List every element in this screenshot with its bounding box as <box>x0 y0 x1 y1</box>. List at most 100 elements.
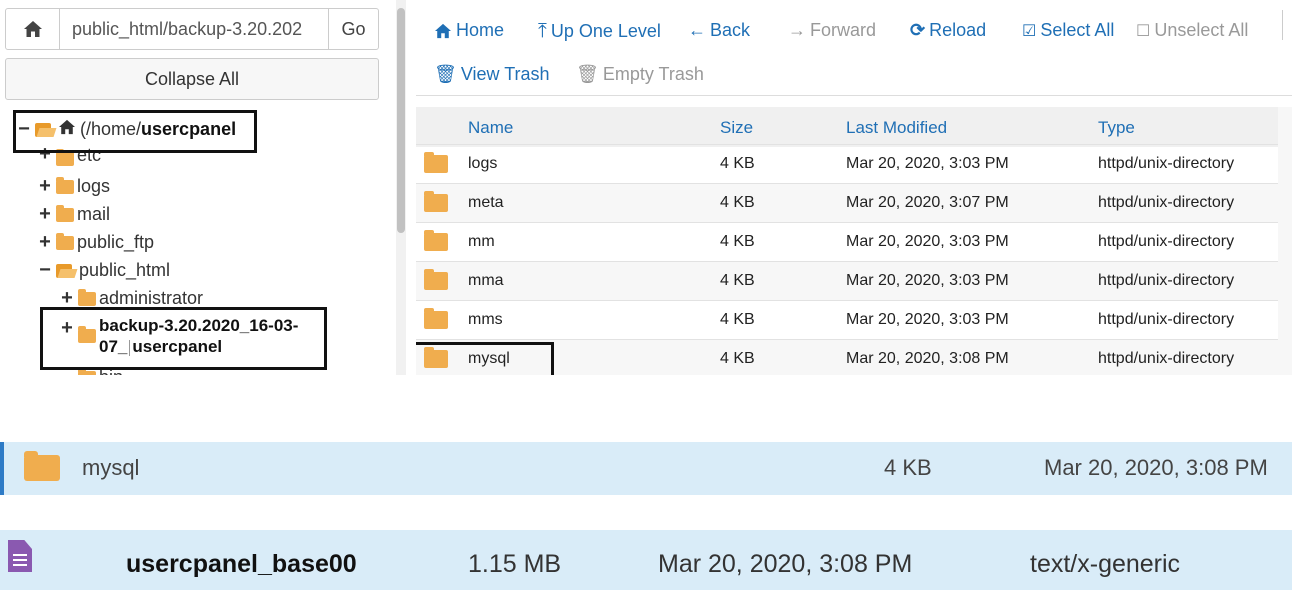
tree-item-label: bin <box>99 367 123 375</box>
home-icon <box>58 119 76 140</box>
unselect-all-label: Unselect All <box>1154 20 1249 40</box>
expand-toggle[interactable]: + <box>60 317 74 340</box>
folder-icon <box>78 367 96 375</box>
row-size: 4 KB <box>884 455 932 480</box>
tree-item-label: public_html <box>79 260 171 280</box>
up-one-level-button[interactable]: ⤒ Up One Level <box>538 20 661 43</box>
scrollbar-thumb[interactable] <box>397 8 405 233</box>
collapse-toggle[interactable]: − <box>38 259 52 282</box>
folder-icon <box>78 326 96 343</box>
trash-icon: 🗑 <box>576 64 599 84</box>
tree-item-mail[interactable]: + mail <box>38 203 110 226</box>
column-header-last-modified[interactable]: Last Modified <box>846 118 947 138</box>
folder-icon <box>424 152 448 173</box>
tree-root[interactable]: − (/home/ usercpan el <box>17 118 236 141</box>
reload-button[interactable]: ⟳ Reload <box>910 20 986 41</box>
go-button[interactable]: Go <box>328 9 378 49</box>
tree-item-public-html[interactable]: − public_html <box>38 259 170 282</box>
backup-label-line2-user: usercpanel <box>132 337 223 356</box>
folder-open-icon <box>35 122 55 137</box>
selected-file-row-zoom[interactable]: usercpanel_base00 1.15 MB Mar 20, 2020, … <box>0 530 1292 590</box>
table-row[interactable]: mma 4 KB Mar 20, 2020, 3:03 PM httpd/uni… <box>416 261 1278 301</box>
column-header-type[interactable]: Type <box>1098 118 1135 138</box>
row-modified: Mar 20, 2020, 3:03 PM <box>846 155 1009 172</box>
folder-icon <box>56 232 74 250</box>
row-name: mma <box>468 272 504 289</box>
expand-toggle[interactable]: + <box>60 287 74 310</box>
column-header-size[interactable]: Size <box>720 118 753 138</box>
table-row[interactable]: logs 4 KB Mar 20, 2020, 3:03 PM httpd/un… <box>416 144 1278 184</box>
collapse-toggle[interactable]: − <box>17 118 31 141</box>
tree-item-administrator[interactable]: + administrator <box>60 287 203 310</box>
row-type: httpd/unix-directory <box>1098 350 1235 367</box>
directory-tree: − (/home/ usercpan el + etc + logs + mail… <box>0 110 392 375</box>
folder-icon <box>56 204 74 222</box>
row-modified: Mar 20, 2020, 3:03 PM <box>846 233 1009 250</box>
tree-item-label: etc <box>77 148 102 165</box>
tree-item-public-ftp[interactable]: + public_ftp <box>38 231 154 254</box>
backup-label-line1: backup-3.20.2020_16-03- <box>99 316 299 335</box>
tree-root-prefix: (/home/ <box>80 119 142 139</box>
row-type: httpd/unix-directory <box>1098 155 1235 172</box>
arrow-right-icon: → <box>788 20 806 40</box>
selected-folder-row-zoom[interactable]: mysql 4 KB Mar 20, 2020, 3:08 PM <box>0 442 1292 495</box>
select-all-label: Select All <box>1040 20 1115 40</box>
tree-root-user: usercpan <box>141 119 222 139</box>
empty-trash-button[interactable]: 🗑 Empty Trash <box>576 64 704 85</box>
tree-root-suffix: el <box>221 119 237 139</box>
row-type: httpd/unix-directory <box>1098 311 1235 328</box>
folder-icon <box>424 308 448 329</box>
view-trash-button[interactable]: 🗑 View Trash <box>434 64 550 85</box>
tree-item-backup[interactable]: + backup-3.20.2020_16-03- 07_ usercpanel <box>60 315 298 357</box>
refresh-icon: ⟳ <box>910 20 926 40</box>
select-all-button[interactable]: ☑ Select All <box>1022 20 1114 41</box>
tree-item-bin[interactable]: bin <box>74 367 123 375</box>
folder-open-icon <box>56 263 76 278</box>
column-header-name[interactable]: Name <box>468 118 513 138</box>
tree-item-logs[interactable]: + logs <box>38 175 110 198</box>
table-row[interactable]: mms 4 KB Mar 20, 2020, 3:03 PM httpd/uni… <box>416 300 1278 340</box>
home-icon[interactable] <box>6 9 60 49</box>
collapse-all-button[interactable]: Collapse All <box>5 58 379 100</box>
row-size: 4 KB <box>720 350 755 367</box>
toolbar-divider <box>1282 10 1283 40</box>
back-button[interactable]: ← Back <box>688 20 750 41</box>
forward-button[interactable]: → Forward <box>788 20 876 41</box>
folder-icon <box>424 269 448 290</box>
row-modified: Mar 20, 2020, 3:08 PM <box>1044 455 1268 480</box>
folder-icon <box>424 230 448 251</box>
row-name: mm <box>468 233 495 250</box>
expand-toggle[interactable]: + <box>38 203 52 226</box>
path-input[interactable] <box>60 9 328 49</box>
empty-box-icon: ☐ <box>1136 22 1151 40</box>
row-name: usercpanel_base00 <box>126 550 357 578</box>
table-row[interactable]: meta 4 KB Mar 20, 2020, 3:07 PM httpd/un… <box>416 183 1278 223</box>
checked-box-icon: ☑ <box>1022 22 1037 40</box>
row-type: httpd/unix-directory <box>1098 233 1235 250</box>
expand-toggle[interactable]: + <box>38 231 52 254</box>
expand-toggle[interactable]: + <box>38 175 52 198</box>
table-row[interactable]: mysql 4 KB Mar 20, 2020, 3:08 PM httpd/u… <box>416 339 1278 375</box>
row-size: 4 KB <box>720 311 755 328</box>
table-header: Name Size Last Modified Type <box>416 107 1278 147</box>
forward-label: Forward <box>810 20 877 40</box>
row-type: text/x-generic <box>1030 550 1181 578</box>
row-size: 4 KB <box>720 233 755 250</box>
row-size: 4 KB <box>720 155 755 172</box>
tree-scrollbar[interactable] <box>396 0 406 375</box>
tree-item-label: backup-3.20.2020_16-03- 07_ usercpanel <box>99 315 298 357</box>
row-name: mysql <box>468 350 510 367</box>
folder-icon <box>24 451 60 481</box>
table-scrollbar[interactable] <box>1278 107 1292 375</box>
home-button[interactable]: Home <box>434 20 504 41</box>
row-name: meta <box>468 194 504 211</box>
folder-icon <box>424 191 448 212</box>
up-one-level-label: Up One Level <box>550 21 661 41</box>
row-modified: Mar 20, 2020, 3:03 PM <box>846 272 1009 289</box>
table-row[interactable]: mm 4 KB Mar 20, 2020, 3:03 PM httpd/unix… <box>416 222 1278 262</box>
unselect-all-button[interactable]: ☐ Unselect All <box>1136 20 1248 41</box>
file-text-icon <box>8 540 32 572</box>
folder-icon <box>56 149 74 166</box>
expand-toggle[interactable]: + <box>38 148 52 166</box>
tree-item-etc[interactable]: + etc <box>38 148 101 166</box>
